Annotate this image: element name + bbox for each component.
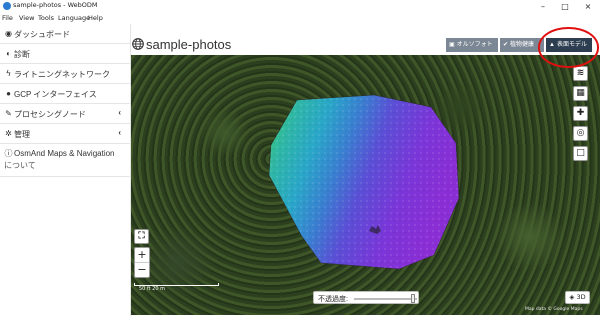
sidebar-item-label: OsmAnd Maps & Navigation bbox=[14, 149, 115, 158]
image-icon: ▣ bbox=[449, 42, 455, 48]
sidebar-item-label: 管理 bbox=[14, 130, 30, 139]
opacity-slider-track[interactable] bbox=[354, 298, 417, 300]
map-attribution: Map data © Google Maps bbox=[525, 307, 583, 312]
view-3d-label: 3D bbox=[576, 293, 586, 301]
square-icon[interactable]: □ bbox=[573, 146, 588, 161]
fullscreen-button[interactable]: ⛶ bbox=[134, 229, 149, 244]
menu-view[interactable]: View bbox=[19, 13, 34, 24]
sidebar-item-gcp[interactable]: ● GCP インターフェイス bbox=[0, 84, 131, 104]
leaf-icon: ✔ bbox=[503, 42, 509, 48]
menu-help[interactable]: Help bbox=[88, 13, 103, 24]
scale-bar: 50 ft 20 m bbox=[134, 283, 219, 292]
zoom-control: + − bbox=[134, 247, 150, 278]
sidebar-item-label: 診断 bbox=[14, 50, 30, 59]
sidebar-item-label: プロセシングノード bbox=[14, 110, 86, 119]
orthophoto-label: オルソフォト bbox=[456, 42, 493, 48]
sidebar-item-dashboard[interactable]: ◉ ダッシュボード bbox=[0, 24, 131, 44]
add-circle-icon[interactable]: ✚ bbox=[573, 106, 588, 121]
menu-language[interactable]: Language bbox=[58, 13, 90, 24]
chevron-left-icon: ‹ bbox=[118, 108, 121, 117]
sidebar-item-admin[interactable]: ✲ 管理 ‹ bbox=[0, 124, 131, 144]
sidebar-item-about[interactable]: ⓘ OsmAnd Maps & Navigation について bbox=[0, 144, 131, 177]
menubar: File View Tools Language Help bbox=[0, 13, 601, 24]
info-icon: ⓘ bbox=[4, 149, 13, 158]
close-button[interactable]: × bbox=[577, 0, 599, 13]
menu-file[interactable]: File bbox=[2, 13, 13, 24]
surface-model-overlay bbox=[268, 94, 460, 270]
plant-health-label: 植物健康 bbox=[510, 42, 535, 48]
minimize-button[interactable]: – bbox=[532, 0, 554, 13]
opacity-control: 不透過度: bbox=[313, 291, 419, 304]
view-3d-button[interactable]: ◈ 3D bbox=[565, 291, 590, 304]
menu-tools[interactable]: Tools bbox=[38, 13, 54, 24]
window-titlebar: sample-photos - WebODM – □ × bbox=[0, 0, 601, 13]
sidebar-item-label: ダッシュボード bbox=[14, 30, 70, 39]
sidebar-item-label-2: について bbox=[4, 161, 36, 170]
grid-icon[interactable]: ▦ bbox=[573, 86, 588, 101]
sidebar-item-label: GCP インターフェイス bbox=[14, 90, 97, 99]
orthophoto-button[interactable]: ▣ オルソフォト bbox=[446, 38, 498, 52]
chevron-left-icon: ‹ bbox=[118, 128, 121, 137]
layers-icon[interactable]: ≋ bbox=[573, 66, 588, 81]
sidebar-item-diagnostics[interactable]: ◐ 診断 bbox=[0, 44, 131, 64]
wrench-icon: ✎ bbox=[5, 109, 12, 118]
sidebar-item-processing-nodes[interactable]: ✎ プロセシングノード ‹ bbox=[0, 104, 131, 124]
sidebar: ◉ ダッシュボード ◐ 診断 ϟ ライトニングネットワーク ● GCP インター… bbox=[0, 24, 131, 316]
page-title: sample-photos bbox=[146, 37, 232, 52]
zoom-out-button[interactable]: − bbox=[135, 263, 149, 277]
diagnostics-icon: ◐ bbox=[6, 49, 11, 58]
lightning-icon: ϟ bbox=[6, 69, 11, 78]
opacity-slider-thumb[interactable] bbox=[411, 294, 415, 303]
dashboard-icon: ◉ bbox=[5, 29, 12, 38]
map-marker-icon: ● bbox=[6, 89, 11, 98]
globe-icon bbox=[132, 38, 144, 50]
app-icon bbox=[3, 2, 11, 10]
maximize-button[interactable]: □ bbox=[554, 0, 576, 13]
sidebar-item-lightning[interactable]: ϟ ライトニングネットワーク bbox=[0, 64, 131, 84]
eye-icon[interactable]: ◎ bbox=[573, 126, 588, 141]
scale-label: 50 ft 20 m bbox=[139, 286, 165, 292]
window-title: sample-photos - WebODM bbox=[13, 1, 98, 9]
cogs-icon: ✲ bbox=[5, 129, 12, 138]
opacity-label: 不透過度: bbox=[318, 296, 348, 303]
highlight-circle bbox=[538, 27, 599, 68]
sidebar-item-label: ライトニングネットワーク bbox=[14, 70, 110, 79]
zoom-in-button[interactable]: + bbox=[135, 248, 149, 262]
map-view[interactable]: ≋ ▦ ✚ ◎ □ bbox=[131, 55, 600, 315]
cube-icon: ◈ bbox=[569, 293, 575, 301]
